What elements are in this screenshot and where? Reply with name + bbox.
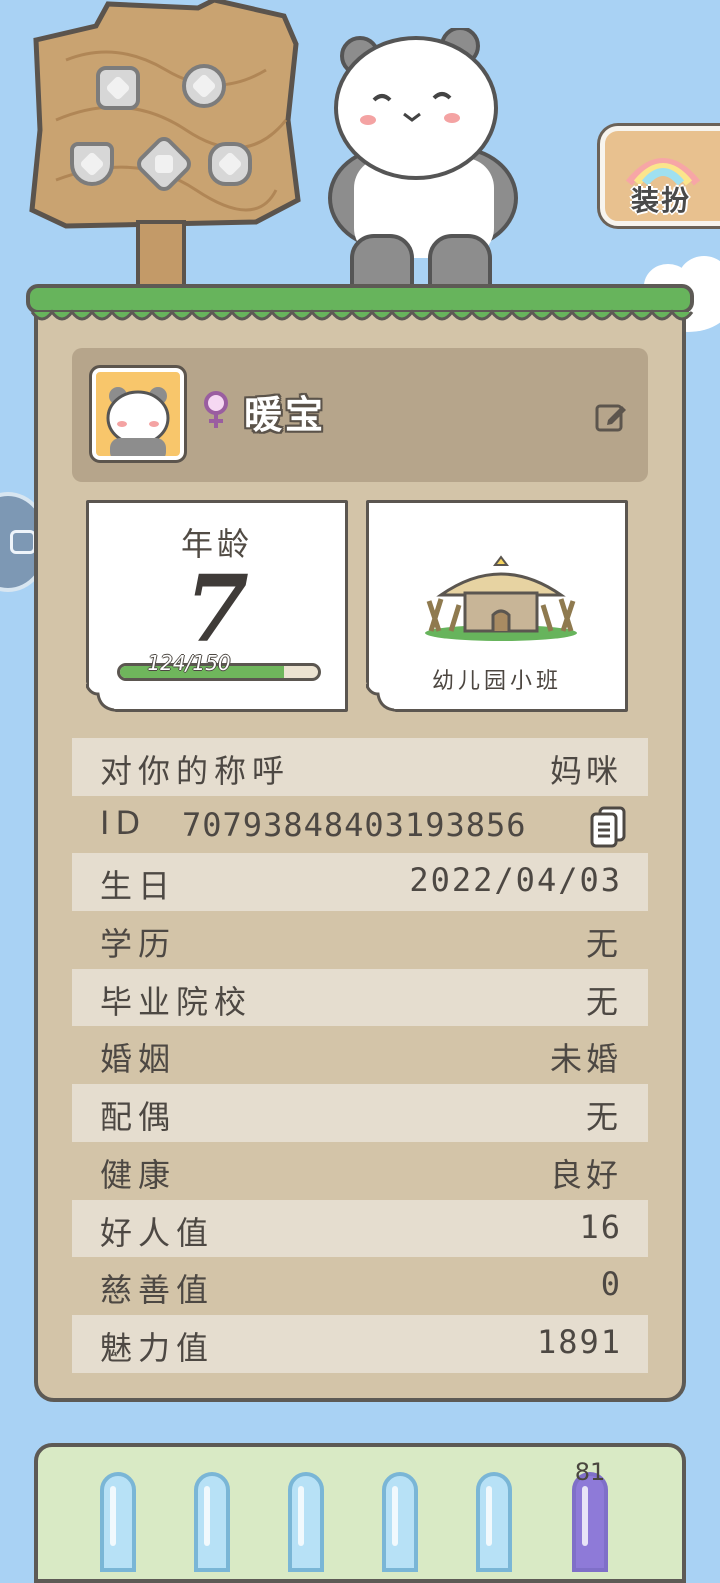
grass-ledge xyxy=(26,284,694,321)
info-row-marriage: 婚姻 未婚 xyxy=(72,1026,648,1084)
info-row-health: 健康 良好 xyxy=(72,1142,648,1200)
info-row-spouse: 配偶 无 xyxy=(72,1084,648,1142)
page-curl-decoration xyxy=(86,682,116,712)
page-curl-decoration xyxy=(366,682,396,712)
info-label: 婚姻 xyxy=(100,1040,177,1079)
copy-icon[interactable] xyxy=(590,806,626,848)
stat-tube[interactable] xyxy=(288,1472,324,1572)
info-value: 无 xyxy=(585,982,622,1021)
info-value: 0 xyxy=(600,1265,622,1304)
shield-badge-icon[interactable] xyxy=(70,142,114,186)
flower-badge-icon[interactable] xyxy=(182,64,226,108)
hexagon-badge-icon[interactable] xyxy=(96,66,140,110)
info-label: ID xyxy=(100,803,147,842)
age-progress-text: 124/150 xyxy=(147,651,231,675)
stat-tube[interactable] xyxy=(476,1472,512,1572)
info-row-birthday: 生日 2022/04/03 xyxy=(72,853,648,912)
info-value: 妈咪 xyxy=(549,752,622,790)
info-value: 无 xyxy=(585,925,622,964)
age-card: 年龄 7 124/150 xyxy=(86,500,348,712)
info-label: 健康 xyxy=(100,1155,177,1194)
school-name: 幼儿园小班 xyxy=(431,669,562,694)
info-row-charm: 魅力值 1891 xyxy=(72,1314,648,1373)
dress-up-button[interactable]: 装扮 xyxy=(600,126,720,226)
stat-tube[interactable] xyxy=(100,1472,136,1572)
info-list: 对你的称呼 妈咪 ID 70793848403193856 生日 2022/04… xyxy=(72,738,648,1373)
edit-icon[interactable] xyxy=(594,400,628,434)
stat-tube[interactable] xyxy=(194,1472,230,1572)
info-label: 毕业院校 xyxy=(100,982,253,1021)
info-label: 魅力值 xyxy=(100,1328,215,1367)
stat-tube-active[interactable] xyxy=(572,1472,608,1572)
age-value: 7 xyxy=(184,555,249,663)
info-label: 配偶 xyxy=(100,1098,177,1137)
school-card[interactable]: 幼儿园小班 xyxy=(366,500,628,712)
id-value: 70793848403193856 xyxy=(182,805,527,844)
info-value: 1891 xyxy=(536,1322,622,1361)
profile-card: 暖宝 xyxy=(72,348,648,482)
panda-character[interactable] xyxy=(324,28,524,308)
info-value: 16 xyxy=(579,1207,622,1246)
info-row-charity: 慈善值 0 xyxy=(72,1257,648,1315)
stat-tube[interactable] xyxy=(382,1472,418,1572)
info-value: 无 xyxy=(585,1098,622,1137)
star-badge-icon[interactable] xyxy=(208,142,252,186)
info-row-school: 毕业院校 无 xyxy=(72,968,648,1027)
info-value: 未婚 xyxy=(549,1040,622,1079)
panda-avatar-icon xyxy=(106,387,170,456)
info-row-education: 学历 无 xyxy=(72,911,648,969)
info-row-id: ID 70793848403193856 xyxy=(72,796,648,854)
info-row-address: 对你的称呼 妈咪 xyxy=(72,738,648,796)
nickname: 暖宝 xyxy=(244,393,327,437)
female-gender-icon xyxy=(204,391,228,428)
dress-up-label: 装扮 xyxy=(630,184,691,217)
stat-tube-value: 81 xyxy=(574,1458,606,1486)
info-value: 良好 xyxy=(549,1155,622,1194)
info-label: 学历 xyxy=(100,925,177,964)
kindergarten-hut-icon xyxy=(425,555,577,641)
info-row-kindness: 好人值 16 xyxy=(72,1199,648,1258)
info-label: 好人值 xyxy=(100,1213,215,1252)
tv-icon xyxy=(10,530,36,554)
badge-sign-board xyxy=(29,0,301,229)
info-label: 慈善值 xyxy=(100,1271,215,1310)
info-label: 对你的称呼 xyxy=(100,752,291,790)
avatar[interactable] xyxy=(89,365,187,463)
info-label: 生日 xyxy=(100,867,177,906)
info-value: 2022/04/03 xyxy=(409,861,622,900)
